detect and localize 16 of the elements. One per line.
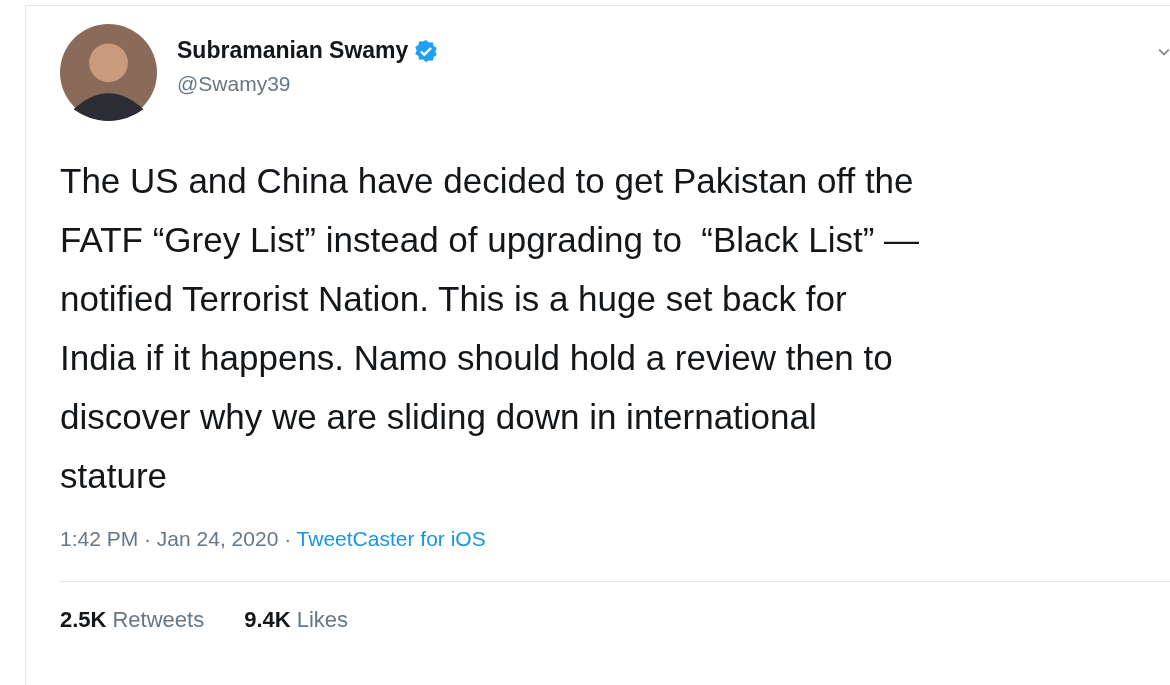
tweet-text-line: The US and China have decided to get Pakistan off the xyxy=(60,160,915,202)
tweet-text-line: notified Terrorist Nation. This is a huge set back for xyxy=(60,278,848,320)
tweet-text-line: discover why we are sliding down in international xyxy=(60,396,818,438)
stat-label[interactable]: Retweets xyxy=(112,607,205,633)
tweet-timestamp[interactable]: 1:42 PM · Jan 24, 2020 · xyxy=(60,527,297,550)
stat-count[interactable]: 9.4K xyxy=(244,607,291,633)
avatar[interactable] xyxy=(60,24,157,121)
tweet-text-line: India if it happens. Namo should hold a review then to xyxy=(60,337,894,379)
tweet-text-line: FATF “Grey List” instead of upgrading to “Black List” — xyxy=(60,219,921,261)
source-link[interactable]: TweetCaster for iOS xyxy=(296,527,486,550)
tweet-text-line: stature xyxy=(60,455,168,497)
author-handle[interactable]: @Swamy39 xyxy=(177,72,439,96)
stat-count[interactable]: 2.5K xyxy=(60,607,107,633)
stat-label[interactable]: Likes xyxy=(296,607,349,633)
author-name[interactable]: Subramanian Swamy xyxy=(177,37,409,64)
caret-icon[interactable] xyxy=(1158,46,1170,58)
